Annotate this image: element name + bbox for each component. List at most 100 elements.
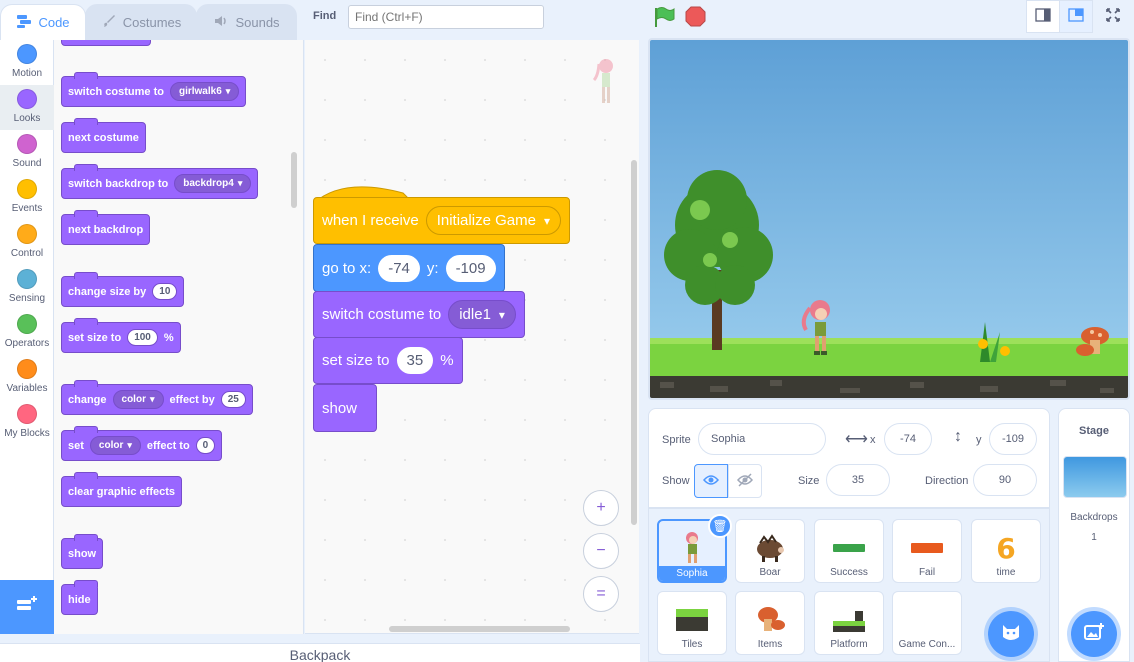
category-my-blocks[interactable]: My Blocks: [0, 400, 54, 445]
y-position-input[interactable]: -109: [989, 423, 1037, 455]
category-label: Sound: [12, 158, 42, 169]
when-i-receive-block[interactable]: when I receive Initialize Game: [313, 197, 570, 244]
go-to-xy-block[interactable]: go to x: -74 y: -109: [313, 244, 505, 292]
tab-code[interactable]: Code: [0, 4, 86, 40]
show-visible-button[interactable]: [694, 464, 728, 498]
sprite-tile-boar[interactable]: Boar: [735, 519, 805, 583]
find-input[interactable]: [348, 5, 544, 29]
hide-sprite-button[interactable]: [728, 464, 762, 498]
category-operators[interactable]: Operators: [0, 310, 54, 355]
sprite-tile-name: Sophia: [659, 566, 725, 581]
normal-stage-button[interactable]: [1059, 0, 1093, 33]
category-looks[interactable]: Looks: [0, 85, 54, 130]
trash-icon: 🗑: [712, 519, 728, 533]
backdrop-dropdown[interactable]: backdrop4: [174, 174, 252, 193]
zoom-in-button[interactable]: +: [583, 490, 619, 526]
size-input[interactable]: 100: [127, 329, 158, 346]
palette-set-effect-block[interactable]: set color effect to 0: [61, 426, 223, 461]
add-extension-button[interactable]: [0, 580, 54, 634]
zoom-out-button[interactable]: −: [583, 533, 619, 569]
palette-change-effect-block[interactable]: change color effect by 25: [61, 380, 253, 415]
percent-label: %: [440, 352, 454, 369]
palette-block-partial[interactable]: [61, 40, 151, 46]
small-stage-button[interactable]: [1026, 0, 1060, 33]
message-dropdown[interactable]: Initialize Game: [425, 206, 561, 235]
category-sound[interactable]: Sound: [0, 130, 54, 175]
effect-dropdown[interactable]: color: [112, 390, 164, 409]
stage-canvas[interactable]: [648, 38, 1130, 400]
category-control[interactable]: Control: [0, 220, 54, 265]
sprite-tile-platform[interactable]: Platform: [814, 591, 884, 655]
effect-change-input[interactable]: 25: [220, 391, 246, 408]
speaker-icon: [213, 14, 229, 31]
sprite-tile-tiles[interactable]: Tiles: [657, 591, 727, 655]
fullscreen-button[interactable]: [1096, 0, 1130, 33]
sprite-tile-items[interactable]: Items: [735, 591, 805, 655]
palette-change-size-block[interactable]: change size by 10: [61, 272, 185, 307]
palette-clear-effects-block[interactable]: clear graphic effects: [61, 472, 182, 507]
script-horizontal-scrollbar[interactable]: [389, 626, 570, 632]
effect-dropdown[interactable]: color: [89, 436, 141, 455]
direction-input[interactable]: 90: [973, 464, 1037, 496]
palette-next-backdrop-block[interactable]: next backdrop: [61, 210, 151, 245]
sprite-tile-fail[interactable]: Time Ended Fail: [892, 519, 962, 583]
costume-dropdown[interactable]: idle1: [448, 300, 516, 329]
image-plus-icon: [1083, 622, 1105, 647]
palette-set-size-block[interactable]: set size to 100 %: [61, 318, 181, 353]
palette-hide-block[interactable]: hide: [61, 580, 98, 615]
my-blocks-dot-icon: [17, 404, 37, 424]
palette-switch-backdrop-block[interactable]: switch backdrop to backdrop4: [61, 164, 259, 199]
direction-label: Direction: [925, 475, 969, 487]
tab-costumes[interactable]: Costumes: [85, 4, 197, 40]
script-area[interactable]: when I receive Initialize Game go to x: …: [305, 40, 639, 634]
zoom-in-icon: +: [596, 499, 606, 516]
sprite-tile-time[interactable]: 6 time: [971, 519, 1041, 583]
tab-costumes-label: Costumes: [122, 15, 182, 30]
palette-switch-costume-block[interactable]: switch costume to girlwalk6: [61, 72, 247, 107]
size-input[interactable]: 35: [396, 347, 434, 374]
block-text: switch backdrop to: [68, 177, 169, 190]
sprite-tile-sophia[interactable]: Sophia 🗑: [657, 514, 732, 583]
add-sprite-button[interactable]: [988, 611, 1034, 657]
find-label: Find: [313, 10, 337, 22]
y-input[interactable]: -109: [445, 254, 496, 282]
stop-icon[interactable]: [685, 6, 706, 27]
category-motion[interactable]: Motion: [0, 40, 54, 85]
sprite-name-input[interactable]: Sophia: [698, 423, 826, 455]
category-sensing[interactable]: Sensing: [0, 265, 54, 310]
costume-dropdown[interactable]: girlwalk6: [169, 82, 240, 101]
variables-dot-icon: [17, 359, 37, 379]
x-position-input[interactable]: -74: [884, 423, 932, 455]
x-label: x: [870, 434, 876, 446]
show-block[interactable]: show: [313, 384, 377, 432]
backpack-header[interactable]: Backpack: [0, 643, 640, 662]
boar-thumbnail-icon: [757, 534, 784, 562]
palette-scrollbar[interactable]: [291, 152, 297, 208]
sensing-dot-icon: [17, 269, 37, 289]
switch-costume-block[interactable]: switch costume to idle1: [313, 291, 525, 338]
size-input[interactable]: 35: [826, 464, 890, 496]
script-vertical-scrollbar[interactable]: [631, 160, 637, 525]
green-flag-icon[interactable]: [652, 5, 676, 29]
motion-dot-icon: [17, 44, 37, 64]
zoom-reset-button[interactable]: =: [583, 576, 619, 612]
events-dot-icon: [17, 179, 37, 199]
palette-show-block[interactable]: show: [61, 534, 104, 569]
category-events[interactable]: Events: [0, 175, 54, 220]
stage-thumbnail: [1063, 456, 1127, 498]
sprite-tile-game-controller[interactable]: Game Con...: [892, 591, 962, 655]
palette-next-costume-block[interactable]: next costume: [61, 118, 146, 153]
x-input[interactable]: -74: [378, 254, 420, 282]
tiles-thumbnail-icon: [676, 609, 708, 631]
sprite-tile-success[interactable]: Level completed Success: [814, 519, 884, 583]
category-variables[interactable]: Variables: [0, 355, 54, 400]
add-backdrop-button[interactable]: [1071, 611, 1117, 657]
delete-sprite-button[interactable]: 🗑: [708, 514, 732, 538]
set-size-block[interactable]: set size to 35 %: [313, 337, 463, 384]
sprite-tile-name: Items: [757, 639, 783, 650]
effect-set-input[interactable]: 0: [195, 437, 216, 454]
size-change-input[interactable]: 10: [152, 283, 178, 300]
block-text: next costume: [68, 131, 139, 144]
tab-sounds[interactable]: Sounds: [196, 4, 297, 40]
block-text: when I receive: [322, 212, 419, 229]
